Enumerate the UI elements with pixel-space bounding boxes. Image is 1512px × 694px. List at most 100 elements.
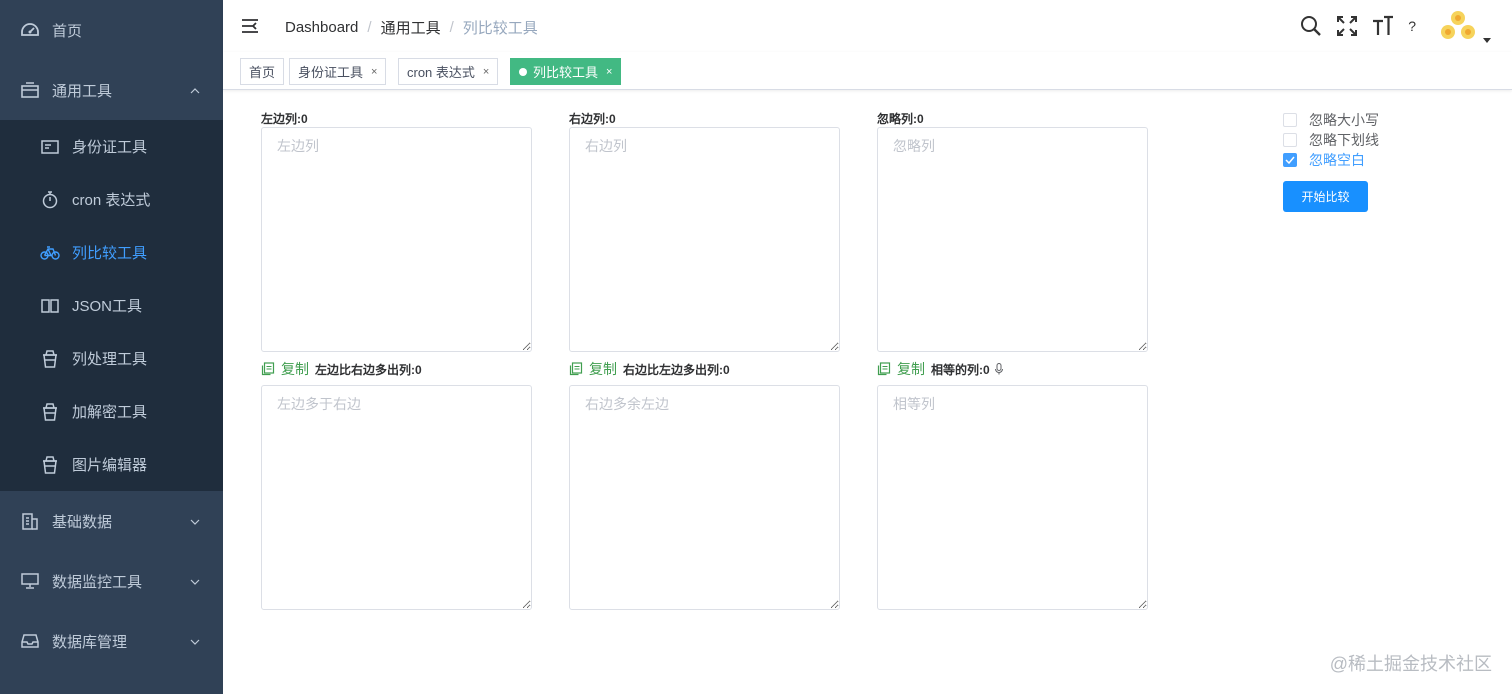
right-column-input[interactable] xyxy=(569,127,840,352)
navbar: Dashboard / 通用工具 / 列比较工具 ? xyxy=(223,0,1512,52)
breadcrumb-general-tools[interactable]: 通用工具 xyxy=(381,17,441,38)
check-icon xyxy=(1285,156,1295,164)
sidebar-item-image-editor[interactable]: 图片编辑器 xyxy=(0,438,223,491)
copy-icon[interactable] xyxy=(261,362,275,376)
ignore-column-input[interactable] xyxy=(877,127,1148,352)
microphone-icon[interactable] xyxy=(994,363,1004,375)
sidebar: 首页 通用工具 身份证工具 cron 表达式 列比较工具 JSON工具 列处理工… xyxy=(0,0,223,694)
sidebar-item-label: 列处理工具 xyxy=(72,351,148,368)
cup-icon xyxy=(40,455,60,475)
breadcrumb-dashboard[interactable]: Dashboard xyxy=(285,19,358,36)
close-icon[interactable]: × xyxy=(371,66,377,78)
sidebar-item-label: 列比较工具 xyxy=(72,245,148,262)
sidebar-item-label: 图片编辑器 xyxy=(72,457,148,474)
tag-id-card-tool[interactable]: 身份证工具 × xyxy=(289,58,387,85)
id-card-icon xyxy=(40,137,60,157)
start-compare-button[interactable]: 开始比较 xyxy=(1283,181,1368,212)
app-root: 首页 通用工具 身份证工具 cron 表达式 列比较工具 JSON工具 列处理工… xyxy=(0,0,1512,694)
monitor-icon xyxy=(20,571,40,591)
left-column-label: 左边列:0 xyxy=(261,112,308,126)
copy-right-extra-button[interactable]: 复制 xyxy=(589,359,617,379)
copy-equal-button[interactable]: 复制 xyxy=(897,359,925,379)
copy-icon[interactable] xyxy=(569,362,583,376)
checkbox-box[interactable] xyxy=(1283,113,1297,127)
caret-down-icon xyxy=(1482,32,1492,43)
compare-options: 忽略大小写 忽略下划线 忽略空白 xyxy=(1283,110,1379,170)
left-extra-output[interactable] xyxy=(261,385,532,610)
equal-header: 复制 相等的列:0 xyxy=(877,359,1004,379)
sidebar-item-label: 首页 xyxy=(52,22,83,40)
font-size-icon[interactable] xyxy=(1372,15,1394,37)
toolbox-icon xyxy=(20,80,40,100)
active-dot-icon xyxy=(519,67,527,76)
copy-left-extra-button[interactable]: 复制 xyxy=(281,359,309,379)
left-extra-header: 复制 左边比右边多出列:0 xyxy=(261,359,422,379)
tag-label: 首页 xyxy=(249,65,276,80)
help-button[interactable]: ? xyxy=(1408,18,1416,34)
sidebar-item-column-compare[interactable]: 列比较工具 xyxy=(0,226,223,279)
left-column-input[interactable] xyxy=(261,127,532,352)
sidebar-item-json-tool[interactable]: JSON工具 xyxy=(0,279,223,332)
book-icon xyxy=(40,296,60,316)
sidebar-item-base-data[interactable]: 基础数据 xyxy=(0,491,223,551)
checkbox-label: 忽略空白 xyxy=(1309,152,1365,168)
sidebar-item-column-process[interactable]: 列处理工具 xyxy=(0,332,223,385)
search-icon[interactable] xyxy=(1300,15,1322,37)
breadcrumb-separator: / xyxy=(367,19,372,36)
sidebar-item-label: 加解密工具 xyxy=(72,404,148,421)
main-content: 左边列:0 右边列:0 忽略列:0 复制 左边比右边多出列:0 复制 右边比左边… xyxy=(223,90,1512,694)
tags-view: 首页 身份证工具 × cron 表达式 × 列比较工具 × xyxy=(223,52,1512,90)
tag-home[interactable]: 首页 xyxy=(240,58,285,85)
sidebar-item-label: 通用工具 xyxy=(52,82,113,100)
sidebar-item-id-card-tool[interactable]: 身份证工具 xyxy=(0,120,223,173)
equal-output[interactable] xyxy=(877,385,1148,610)
navbar-right-menu: ? xyxy=(1300,0,1512,52)
breadcrumb-separator: / xyxy=(449,19,454,36)
close-icon[interactable]: × xyxy=(483,66,489,78)
checkbox-box[interactable] xyxy=(1283,133,1297,147)
stopwatch-icon xyxy=(40,190,60,210)
close-icon[interactable]: × xyxy=(606,66,612,78)
hamburger-icon[interactable] xyxy=(240,16,260,36)
sidebar-item-label: cron 表达式 xyxy=(72,192,151,209)
tag-column-compare[interactable]: 列比较工具 × xyxy=(510,58,622,85)
checkbox-box-checked[interactable] xyxy=(1283,153,1297,167)
ignore-underscore-checkbox[interactable]: 忽略下划线 xyxy=(1283,130,1379,150)
ignore-blank-checkbox[interactable]: 忽略空白 xyxy=(1283,150,1379,170)
right-extra-output[interactable] xyxy=(569,385,840,610)
chevron-up-icon xyxy=(189,84,201,96)
right-extra-header: 复制 右边比左边多出列:0 xyxy=(569,359,730,379)
building-icon xyxy=(20,511,40,531)
tag-label: 列比较工具 xyxy=(533,65,599,80)
sidebar-item-label: 数据监控工具 xyxy=(52,573,143,591)
checkbox-label: 忽略下划线 xyxy=(1309,132,1379,148)
chevron-down-icon xyxy=(189,515,201,527)
cup-icon xyxy=(40,402,60,422)
submenu-general-tools: 身份证工具 cron 表达式 列比较工具 JSON工具 列处理工具 加解密工具 … xyxy=(0,120,223,491)
ignore-column-label: 忽略列:0 xyxy=(877,112,924,126)
tag-cron[interactable]: cron 表达式 × xyxy=(398,58,499,85)
tag-label: 身份证工具 xyxy=(298,65,364,80)
sidebar-item-cron[interactable]: cron 表达式 xyxy=(0,173,223,226)
user-avatar-dropdown[interactable] xyxy=(1438,6,1492,46)
sidebar-item-general-tools[interactable]: 通用工具 xyxy=(0,60,223,120)
sidebar-item-label: 身份证工具 xyxy=(72,139,148,156)
equal-label: 相等的列:0 xyxy=(931,362,990,377)
checkbox-label: 忽略大小写 xyxy=(1309,112,1379,128)
chevron-down-icon xyxy=(189,575,201,587)
sidebar-item-label: 数据库管理 xyxy=(52,633,128,651)
left-extra-label: 左边比右边多出列:0 xyxy=(315,362,422,377)
sidebar-item-data-monitor[interactable]: 数据监控工具 xyxy=(0,551,223,611)
copy-icon[interactable] xyxy=(877,362,891,376)
ignore-case-checkbox[interactable]: 忽略大小写 xyxy=(1283,110,1379,130)
sidebar-item-label: 基础数据 xyxy=(52,513,113,531)
fullscreen-icon[interactable] xyxy=(1336,15,1358,37)
sidebar-item-label: JSON工具 xyxy=(72,298,143,315)
tag-label: cron 表达式 xyxy=(407,65,475,80)
breadcrumb: Dashboard / 通用工具 / 列比较工具 xyxy=(285,17,538,38)
sidebar-item-encrypt-tool[interactable]: 加解密工具 xyxy=(0,385,223,438)
cup-icon xyxy=(40,349,60,369)
sidebar-item-database-manage[interactable]: 数据库管理 xyxy=(0,611,223,671)
dashboard-icon xyxy=(20,20,40,40)
sidebar-item-home[interactable]: 首页 xyxy=(0,0,223,60)
